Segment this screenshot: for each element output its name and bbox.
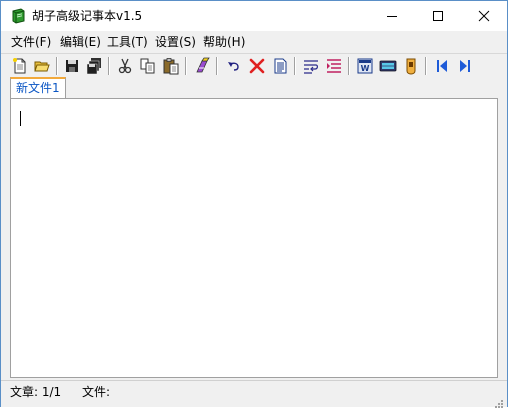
tab-strip: 新文件1	[1, 77, 507, 99]
toolbar-separator	[216, 57, 218, 75]
keyboard-button[interactable]	[379, 57, 397, 75]
paste-button[interactable]	[162, 57, 180, 75]
copy-icon	[140, 58, 155, 74]
format-button[interactable]	[193, 57, 211, 75]
menu-settings[interactable]: 设置(S)	[155, 34, 196, 50]
toolbar-separator	[108, 57, 110, 75]
palette-button[interactable]	[402, 57, 420, 75]
keyboard-icon	[379, 60, 397, 72]
close-icon	[478, 10, 490, 22]
undo-icon	[228, 62, 239, 71]
menu-tools[interactable]: 工具(T)	[107, 34, 148, 50]
status-bar: 文章: 1/1 文件:	[1, 380, 507, 408]
open-folder-icon	[34, 61, 50, 72]
minimize-button[interactable]	[369, 1, 415, 31]
svg-text:W: W	[361, 64, 370, 73]
toolbar-separator	[294, 57, 296, 75]
open-folder-button[interactable]	[33, 57, 51, 75]
document-button[interactable]	[271, 57, 289, 75]
word-document-icon: W	[357, 58, 373, 74]
save-button[interactable]	[63, 57, 81, 75]
delete-x-icon	[249, 58, 265, 74]
save-icon	[66, 60, 78, 72]
menu-bar: 文件(F) 编辑(E) 工具(T) 设置(S) 帮助(H)	[1, 32, 507, 52]
last-button[interactable]	[456, 57, 474, 75]
new-file-button[interactable]	[11, 57, 29, 75]
close-button[interactable]	[461, 1, 507, 31]
minimize-icon	[387, 16, 397, 17]
skip-last-icon	[460, 60, 470, 72]
toolbar-separator	[425, 57, 427, 75]
maximize-icon	[433, 11, 443, 21]
indent-button[interactable]	[325, 57, 343, 75]
paste-icon	[163, 58, 179, 75]
save-all-button[interactable]	[85, 57, 103, 75]
indent-lines-icon	[327, 59, 341, 73]
toolbar-separator	[348, 57, 350, 75]
document-icon	[274, 58, 287, 74]
copy-button[interactable]	[139, 57, 157, 75]
status-article-count: 文章: 1/1	[10, 385, 62, 399]
menu-file[interactable]: 文件(F)	[11, 34, 51, 50]
undo-button[interactable]	[225, 57, 243, 75]
app-window: 胡子高级记事本v1.5 文件(F) 编辑(E) 工具(T) 设置(S) 帮助(H…	[0, 0, 508, 408]
maximize-button[interactable]	[415, 1, 461, 31]
window-title: 胡子高级记事本v1.5	[32, 9, 143, 23]
delete-button[interactable]	[248, 57, 266, 75]
cut-button[interactable]	[116, 57, 134, 75]
format-brush-icon	[196, 57, 210, 73]
text-caret	[20, 111, 21, 126]
word-wrap-button[interactable]	[302, 57, 320, 75]
first-button[interactable]	[433, 57, 451, 75]
notebook-icon	[10, 8, 26, 24]
toolbar-separator	[185, 57, 187, 75]
tab-new-file-1[interactable]: 新文件1	[10, 77, 66, 98]
word-button[interactable]: W	[356, 57, 374, 75]
toolbar: W	[1, 53, 507, 78]
scissors-icon	[118, 58, 132, 74]
save-all-icon	[86, 58, 101, 75]
menu-edit[interactable]: 编辑(E)	[60, 34, 101, 50]
text-editor[interactable]	[10, 98, 498, 378]
title-bar[interactable]: 胡子高级记事本v1.5	[1, 1, 507, 31]
status-file-name: 文件:	[82, 385, 111, 399]
resize-grip-icon[interactable]	[494, 394, 504, 408]
new-file-icon	[13, 58, 26, 74]
skip-first-icon	[437, 60, 447, 72]
palette-icon	[406, 58, 416, 75]
word-wrap-icon	[304, 60, 318, 74]
toolbar-separator	[56, 57, 58, 75]
menu-help[interactable]: 帮助(H)	[203, 34, 245, 50]
